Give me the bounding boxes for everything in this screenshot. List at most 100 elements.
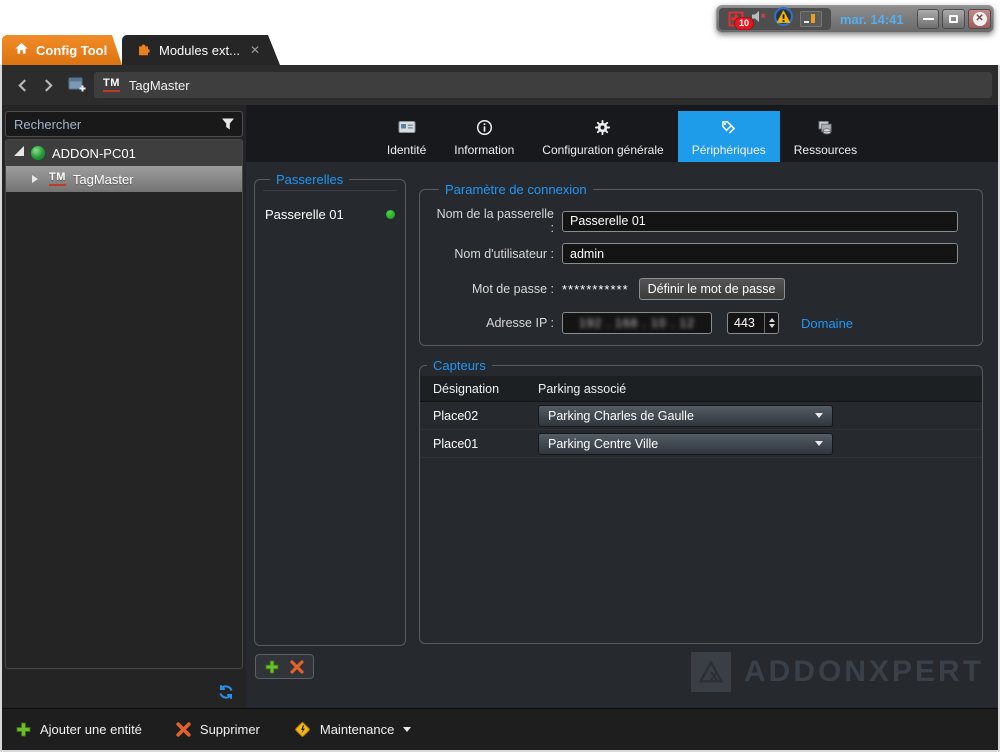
- divider: [263, 190, 397, 191]
- breadcrumb[interactable]: TM TagMaster: [94, 72, 992, 98]
- tab-peripheriques-label: Périphériques: [692, 143, 766, 157]
- system-tray: 10 mar. 14:41 ✕: [716, 5, 994, 33]
- add-view-icon[interactable]: [68, 76, 87, 98]
- sensors-table-header: Désignation Parking associé: [420, 376, 982, 402]
- tab-peripheriques[interactable]: Périphériques: [678, 111, 780, 162]
- domain-link[interactable]: Domaine: [801, 316, 853, 331]
- port-spinner[interactable]: 443: [727, 312, 779, 334]
- tab-close-icon[interactable]: ✕: [250, 43, 280, 57]
- watermark-text: ADDONXPERT: [744, 655, 984, 689]
- connection-title: Paramètre de connexion: [439, 182, 593, 197]
- bottom-action-bar: Ajouter une entité Supprimer Maintenance: [2, 708, 998, 750]
- search-input[interactable]: [6, 117, 221, 132]
- username-label: Nom d'utilisateur :: [432, 247, 554, 261]
- add-entity-button[interactable]: Ajouter une entité: [16, 722, 142, 737]
- tray-clock: mar. 14:41: [840, 12, 904, 27]
- username-input[interactable]: [562, 243, 958, 264]
- gateway-list-item[interactable]: Passerelle 01: [263, 203, 397, 226]
- add-gateway-button[interactable]: [261, 658, 283, 675]
- peripheriques-content: Passerelles Passerelle 01 Paramètre de c…: [246, 162, 998, 708]
- column-parking: Parking associé: [538, 382, 626, 396]
- tab-configuration-generale[interactable]: Configuration générale: [528, 111, 677, 162]
- ip-address-input[interactable]: 192 . 168 . 10 . 12: [562, 312, 712, 334]
- parking-select[interactable]: Parking Centre Ville: [538, 433, 833, 455]
- parking-select-value: Parking Centre Ville: [548, 437, 658, 451]
- module-tab-strip: Identité Information Configuration génér…: [246, 105, 998, 162]
- tab-identite-label: Identité: [387, 143, 426, 157]
- id-card-icon: [398, 118, 416, 136]
- spinner-buttons[interactable]: [764, 313, 778, 333]
- gateway-name-label: Nom de la passerelle :: [432, 207, 554, 235]
- maintenance-menu-button[interactable]: Maintenance: [294, 721, 411, 738]
- addonxpert-logo-icon: [691, 652, 731, 692]
- sensor-designation: Place01: [420, 437, 538, 451]
- set-password-button[interactable]: Définir le mot de passe: [639, 278, 785, 300]
- collapse-arrow-icon[interactable]: [32, 175, 42, 183]
- sensors-groupbox: Capteurs Désignation Parking associé Pla…: [419, 358, 983, 644]
- spin-down-icon[interactable]: [769, 324, 775, 331]
- spin-up-icon[interactable]: [769, 315, 775, 322]
- delete-gateway-button[interactable]: [286, 658, 308, 675]
- tab-information-label: Information: [454, 143, 514, 157]
- tab-ressources[interactable]: Ressources: [780, 111, 871, 162]
- chevron-down-icon: [403, 727, 411, 736]
- tree-item-tagmaster[interactable]: TM TagMaster: [6, 166, 242, 192]
- tree-item-tagmaster-label: TagMaster: [73, 172, 134, 187]
- delete-label: Supprimer: [200, 722, 260, 737]
- maintenance-label: Maintenance: [320, 722, 394, 737]
- tab-ressources-label: Ressources: [794, 143, 857, 157]
- tagmaster-logo-icon: TM: [49, 172, 66, 186]
- delete-button[interactable]: Supprimer: [176, 722, 260, 737]
- gateways-groupbox: Passerelles Passerelle 01: [254, 172, 406, 646]
- gateway-label: Passerelle 01: [265, 207, 344, 222]
- alert-count-badge: 10: [734, 17, 754, 30]
- tray-icon-group: 10: [719, 8, 831, 30]
- tab-information[interactable]: Information: [440, 111, 528, 162]
- warning-icon[interactable]: [774, 7, 793, 31]
- tree-item-server[interactable]: ADDON-PC01: [6, 140, 242, 166]
- connection-groupbox: Paramètre de connexion Nom de la passere…: [419, 182, 983, 346]
- tab-modules-ext[interactable]: Modules ext... ✕: [122, 35, 280, 65]
- chevron-down-icon: [815, 413, 823, 422]
- parking-select-value: Parking Charles de Gaulle: [548, 409, 694, 423]
- parking-select[interactable]: Parking Charles de Gaulle: [538, 405, 833, 427]
- gateway-name-input[interactable]: [562, 211, 958, 232]
- minimize-button[interactable]: [917, 9, 940, 29]
- devices-tag-icon: [719, 118, 738, 136]
- gateways-title: Passerelles: [270, 172, 349, 187]
- tab-identite[interactable]: Identité: [373, 111, 440, 162]
- window-frame: TM TagMaster ADDON-PC01: [0, 65, 1000, 752]
- alerts-icon[interactable]: 10: [728, 11, 744, 27]
- column-designation: Désignation: [420, 382, 538, 396]
- add-entity-label: Ajouter une entité: [40, 722, 142, 737]
- tree-item-server-label: ADDON-PC01: [52, 146, 136, 161]
- gear-icon: [594, 118, 611, 136]
- ip-address-label: Adresse IP :: [432, 316, 554, 330]
- close-button[interactable]: ✕: [968, 9, 991, 29]
- back-arrow-icon[interactable]: [18, 77, 32, 93]
- app-window: Config Tool Modules ext... ✕ TM TagMaste: [0, 35, 1000, 752]
- search-box: [5, 111, 243, 137]
- password-label: Mot de passe :: [432, 282, 554, 296]
- password-mask: ***********: [562, 282, 629, 297]
- sensor-designation: Place02: [420, 409, 538, 423]
- sidebar: ADDON-PC01 TM TagMaster: [2, 105, 246, 708]
- online-status-dot: [386, 210, 395, 219]
- gateway-actions-toolbar: [255, 654, 314, 679]
- forward-arrow-icon[interactable]: [44, 77, 58, 93]
- entity-tree: ADDON-PC01 TM TagMaster: [5, 139, 243, 669]
- navigation-bar: TM TagMaster: [2, 65, 998, 105]
- activity-icon[interactable]: [800, 11, 822, 27]
- refresh-icon[interactable]: [218, 684, 234, 700]
- restore-button[interactable]: [942, 9, 965, 29]
- chevron-down-icon: [815, 441, 823, 450]
- table-row: Place02 Parking Charles de Gaulle: [420, 402, 982, 430]
- tab-config-tool[interactable]: Config Tool: [2, 35, 122, 65]
- filter-funnel-icon[interactable]: [221, 117, 242, 131]
- expand-arrow-icon[interactable]: [14, 146, 24, 156]
- main-panel: Identité Information Configuration génér…: [246, 105, 998, 708]
- resources-stack-icon: [817, 118, 834, 136]
- sensors-title: Capteurs: [427, 358, 492, 373]
- server-globe-icon: [31, 146, 45, 160]
- tab-modules-ext-label: Modules ext...: [159, 43, 240, 58]
